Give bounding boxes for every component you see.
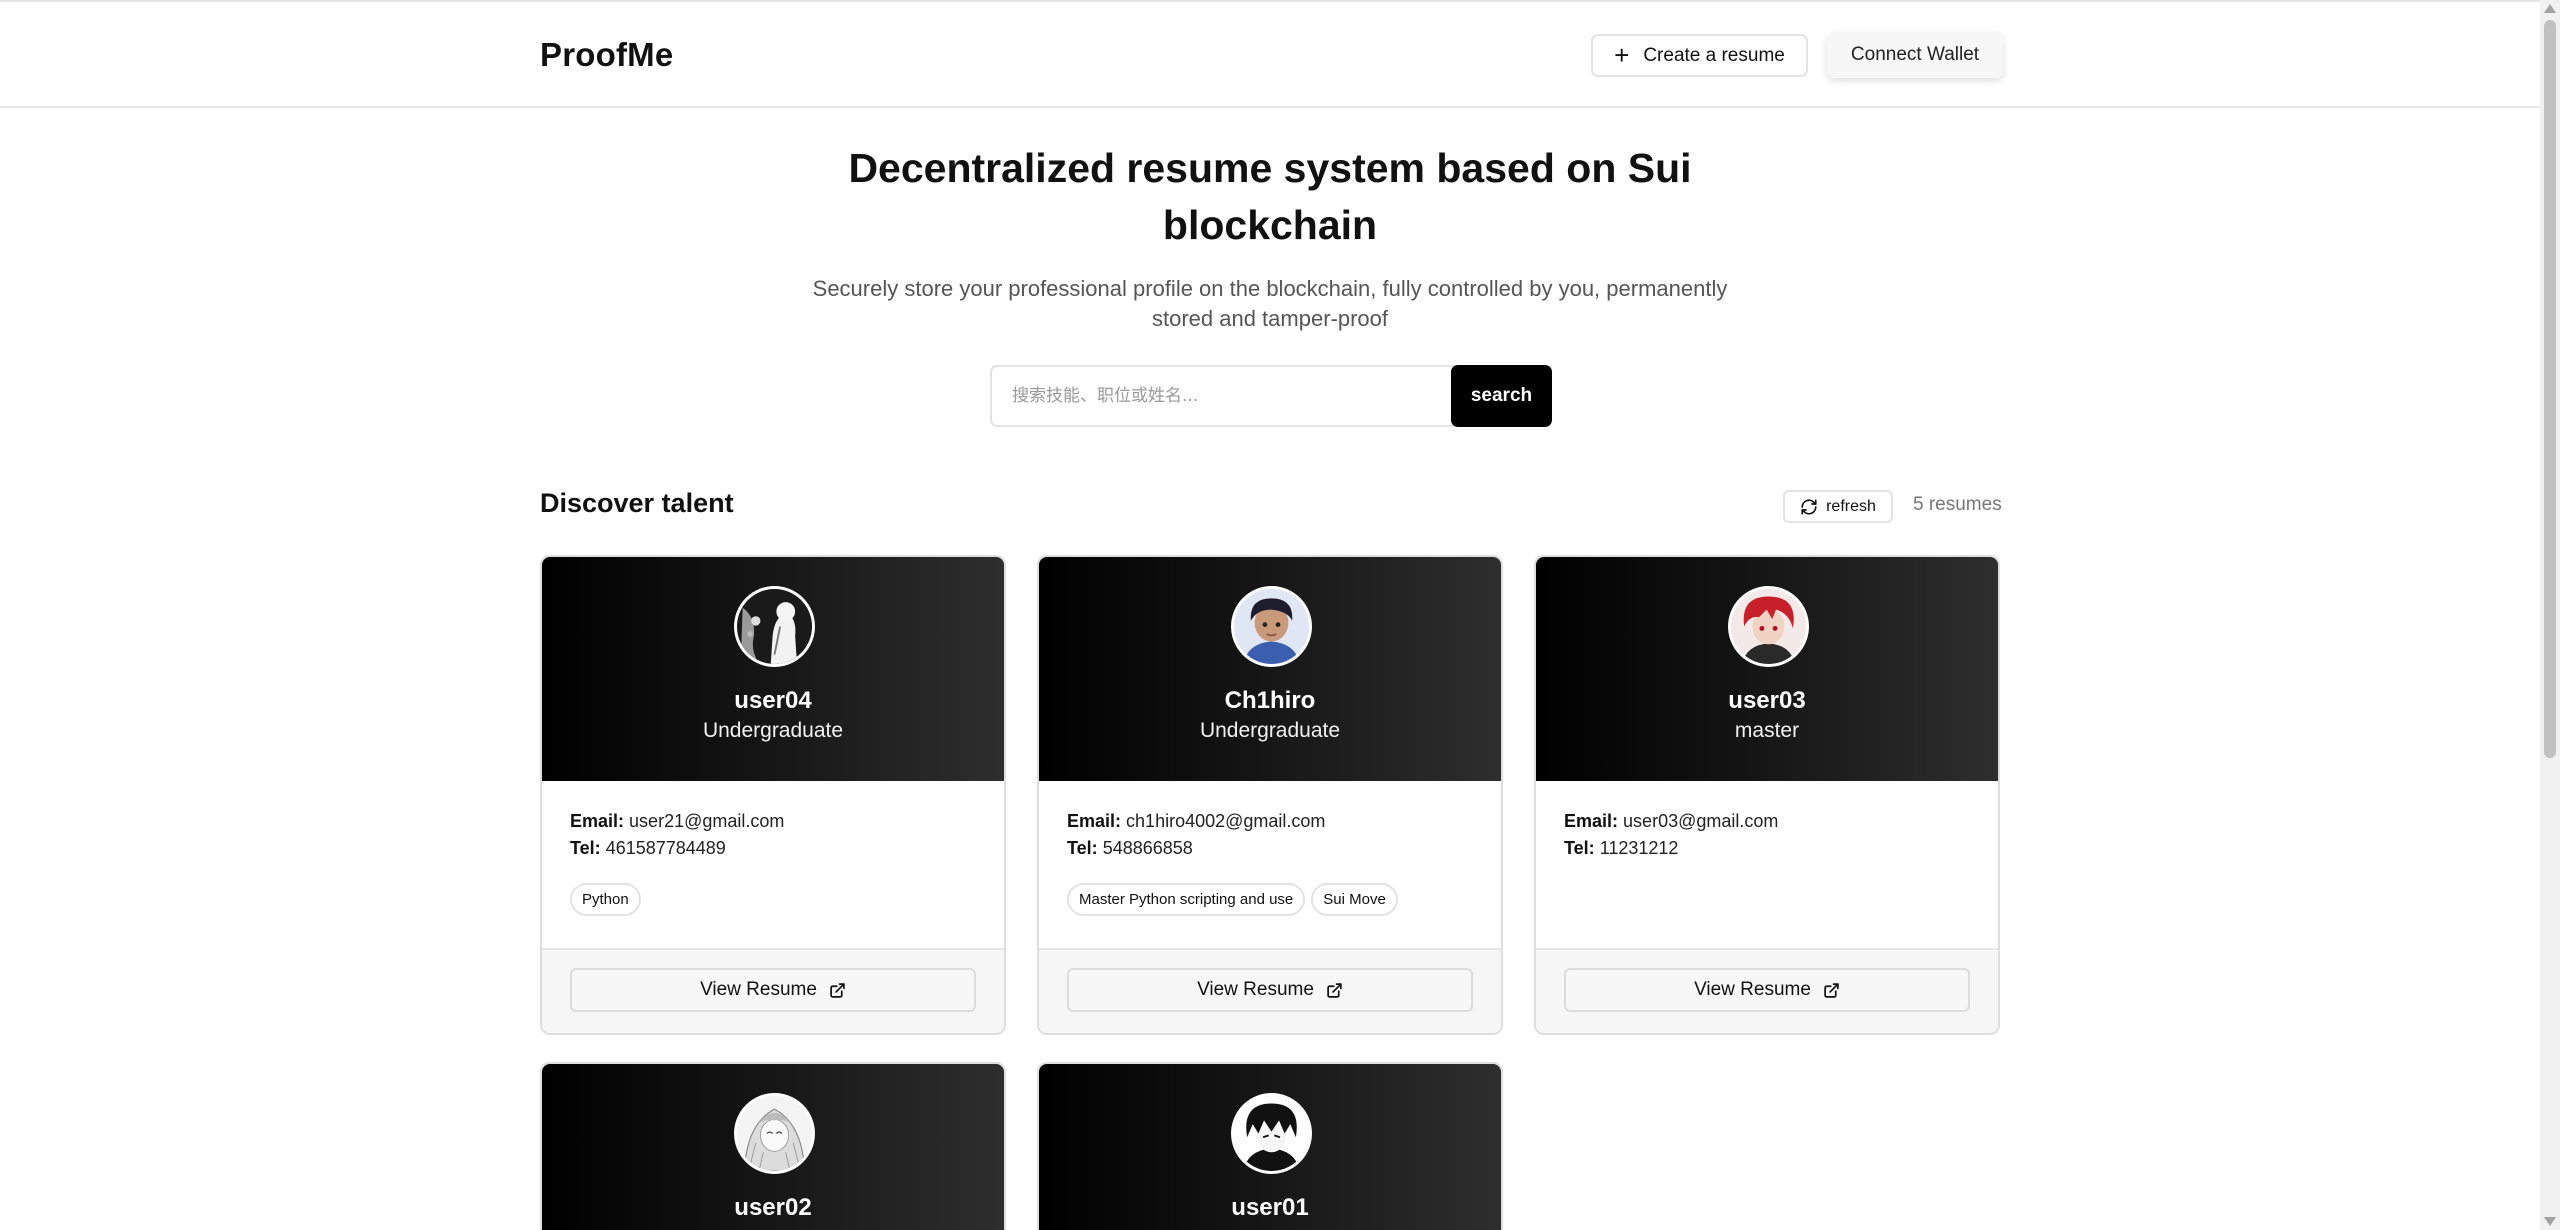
create-resume-label: Create a resume	[1643, 44, 1785, 66]
card-body: Email: ch1hiro4002@gmail.com Tel: 548866…	[1039, 781, 1501, 948]
candidate-name: user03	[1728, 687, 1806, 714]
refresh-button[interactable]: refresh	[1783, 490, 1893, 523]
candidate-name: user01	[1231, 1194, 1309, 1221]
scroll-up-arrow-icon[interactable]	[2544, 4, 2556, 13]
card-header: Ch1hiro Undergraduate	[1039, 557, 1501, 781]
tel-label: Tel:	[1564, 838, 1595, 858]
email-value: user03@gmail.com	[1623, 811, 1779, 831]
search-button[interactable]: search	[1451, 365, 1552, 427]
view-resume-button[interactable]: View Resume	[1564, 968, 1970, 1012]
card-body: Email: user03@gmail.com Tel: 11231212	[1536, 781, 1998, 948]
section-title: Discover talent	[540, 488, 734, 518]
create-resume-button[interactable]: + Create a resume	[1591, 34, 1808, 77]
tel-value: 461587784489	[605, 838, 726, 858]
tel-label: Tel:	[1067, 838, 1098, 858]
email-line: Email: ch1hiro4002@gmail.com	[1067, 811, 1325, 832]
resume-card: Ch1hiro Undergraduate Email: ch1hiro4002…	[1037, 555, 1503, 1035]
view-resume-button[interactable]: View Resume	[1067, 968, 1473, 1012]
tel-value: 11231212	[1599, 838, 1679, 858]
skill-tag: Master Python scripting and use	[1067, 883, 1306, 916]
card-header: user03 master	[1536, 557, 1998, 781]
email-label: Email:	[1564, 811, 1619, 831]
card-body: Email: user21@gmail.com Tel: 46158778448…	[542, 781, 1004, 948]
external-link-icon	[830, 982, 845, 998]
refresh-label: refresh	[1826, 497, 1876, 515]
candidate-name: user04	[734, 687, 812, 714]
candidate-name: user02	[734, 1194, 812, 1221]
skill-tag: Python	[570, 883, 641, 916]
avatar-icon	[1231, 1093, 1312, 1174]
email-line: Email: user21@gmail.com	[570, 811, 784, 832]
avatar-icon	[734, 1093, 815, 1174]
resume-count: 5 resumes	[1913, 494, 2002, 515]
card-header: user04 Undergraduate	[542, 557, 1004, 781]
hero-title: Decentralized resume system based on Sui…	[848, 145, 1692, 248]
avatar-icon	[1231, 586, 1312, 667]
plus-icon: +	[1614, 39, 1630, 70]
search-bar: search	[990, 365, 1552, 427]
email-line: Email: user03@gmail.com	[1564, 811, 1778, 832]
email-label: Email:	[570, 811, 625, 831]
email-value: user21@gmail.com	[629, 811, 785, 831]
avatar-icon	[734, 586, 815, 667]
candidate-level: master	[1734, 719, 1800, 742]
hero-subtitle: Securely store your professional profile…	[812, 276, 1728, 331]
resume-card: user02	[540, 1062, 1006, 1230]
tel-label: Tel:	[570, 838, 601, 858]
view-resume-button[interactable]: View Resume	[570, 968, 976, 1012]
card-header: user02	[542, 1064, 1004, 1230]
top-nav-bar: ProofMe + Create a resume Connect Wallet	[0, 0, 2540, 108]
search-input[interactable]	[990, 365, 1454, 427]
tel-line: Tel: 11231212	[1564, 838, 1678, 859]
tel-line: Tel: 461587784489	[570, 838, 726, 859]
page-scrollbar[interactable]	[2540, 0, 2560, 1230]
candidate-level: Undergraduate	[1199, 719, 1341, 742]
view-resume-label: View Resume	[700, 979, 817, 1000]
resume-card: user04 Undergraduate Email: user21@gmail…	[540, 555, 1006, 1035]
candidate-level: Undergraduate	[702, 719, 844, 742]
refresh-icon	[1801, 498, 1817, 515]
scrollbar-thumb[interactable]	[2544, 20, 2556, 758]
card-footer: View Resume	[542, 948, 1004, 1033]
view-resume-label: View Resume	[1197, 979, 1314, 1000]
tel-line: Tel: 548866858	[1067, 838, 1193, 859]
connect-wallet-button[interactable]: Connect Wallet	[1827, 32, 2003, 78]
skill-tags: Python	[570, 883, 641, 916]
resume-card: user03 master Email: user03@gmail.com Te…	[1534, 555, 2000, 1035]
card-footer: View Resume	[1039, 948, 1501, 1033]
candidate-name: Ch1hiro	[1224, 687, 1316, 714]
resume-card: user01	[1037, 1062, 1503, 1230]
external-link-icon	[1327, 982, 1342, 998]
external-link-icon	[1824, 982, 1839, 998]
scroll-down-arrow-icon[interactable]	[2544, 1217, 2556, 1226]
avatar-icon	[1728, 586, 1809, 667]
app-logo[interactable]: ProofMe	[540, 36, 673, 74]
card-footer: View Resume	[1536, 948, 1998, 1033]
card-header: user01	[1039, 1064, 1501, 1230]
email-label: Email:	[1067, 811, 1122, 831]
skill-tags: Master Python scripting and use Sui Move	[1067, 883, 1398, 916]
view-resume-label: View Resume	[1694, 979, 1811, 1000]
skill-tag: Sui Move	[1311, 883, 1398, 916]
tel-value: 548866858	[1102, 838, 1193, 858]
email-value: ch1hiro4002@gmail.com	[1126, 811, 1326, 831]
